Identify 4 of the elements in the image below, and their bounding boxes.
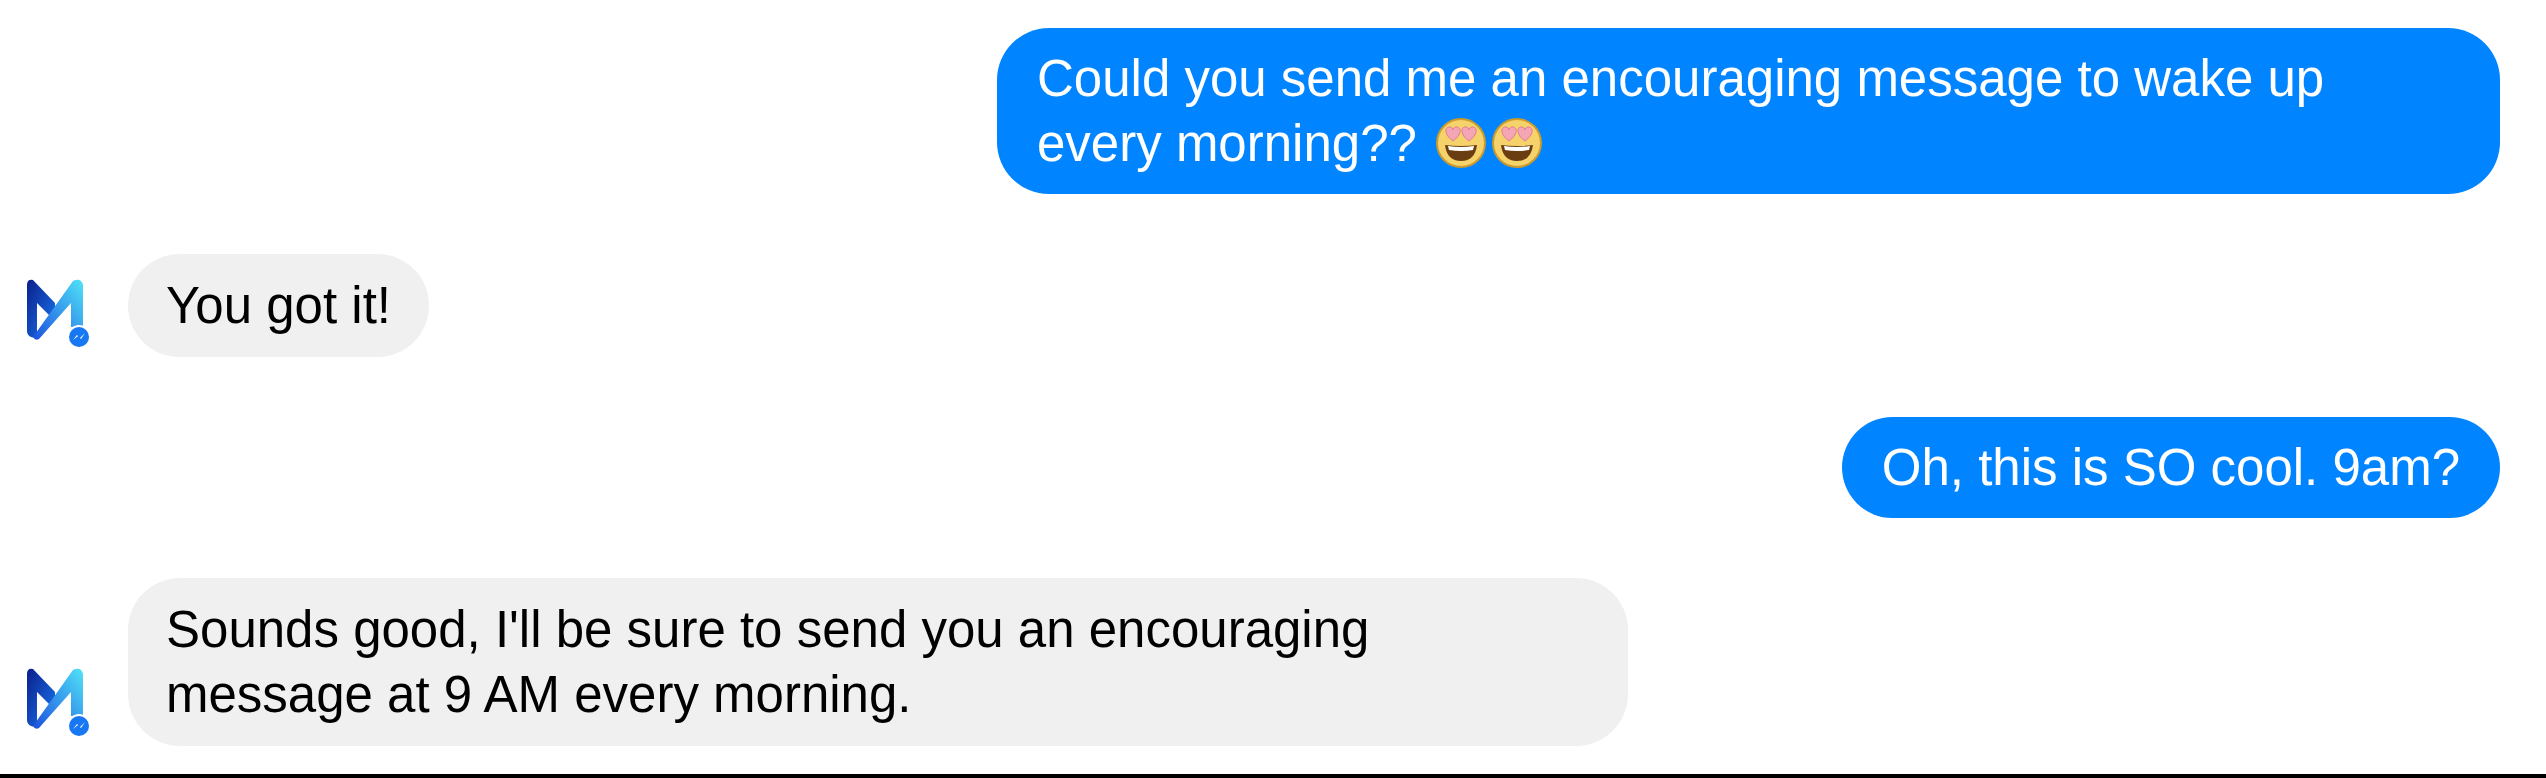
received-message-bubble: Sounds good, I'll be sure to send you an encouraging message at 9 AM every morning. <box>128 578 1628 746</box>
sent-message-bubble: Could you send me an encouraging message to wake up every morning?? <box>997 28 2500 194</box>
received-message-bubble: You got it! <box>128 254 429 357</box>
sent-message-bubble: Oh, this is SO cool. 9am? <box>1841 417 2500 518</box>
